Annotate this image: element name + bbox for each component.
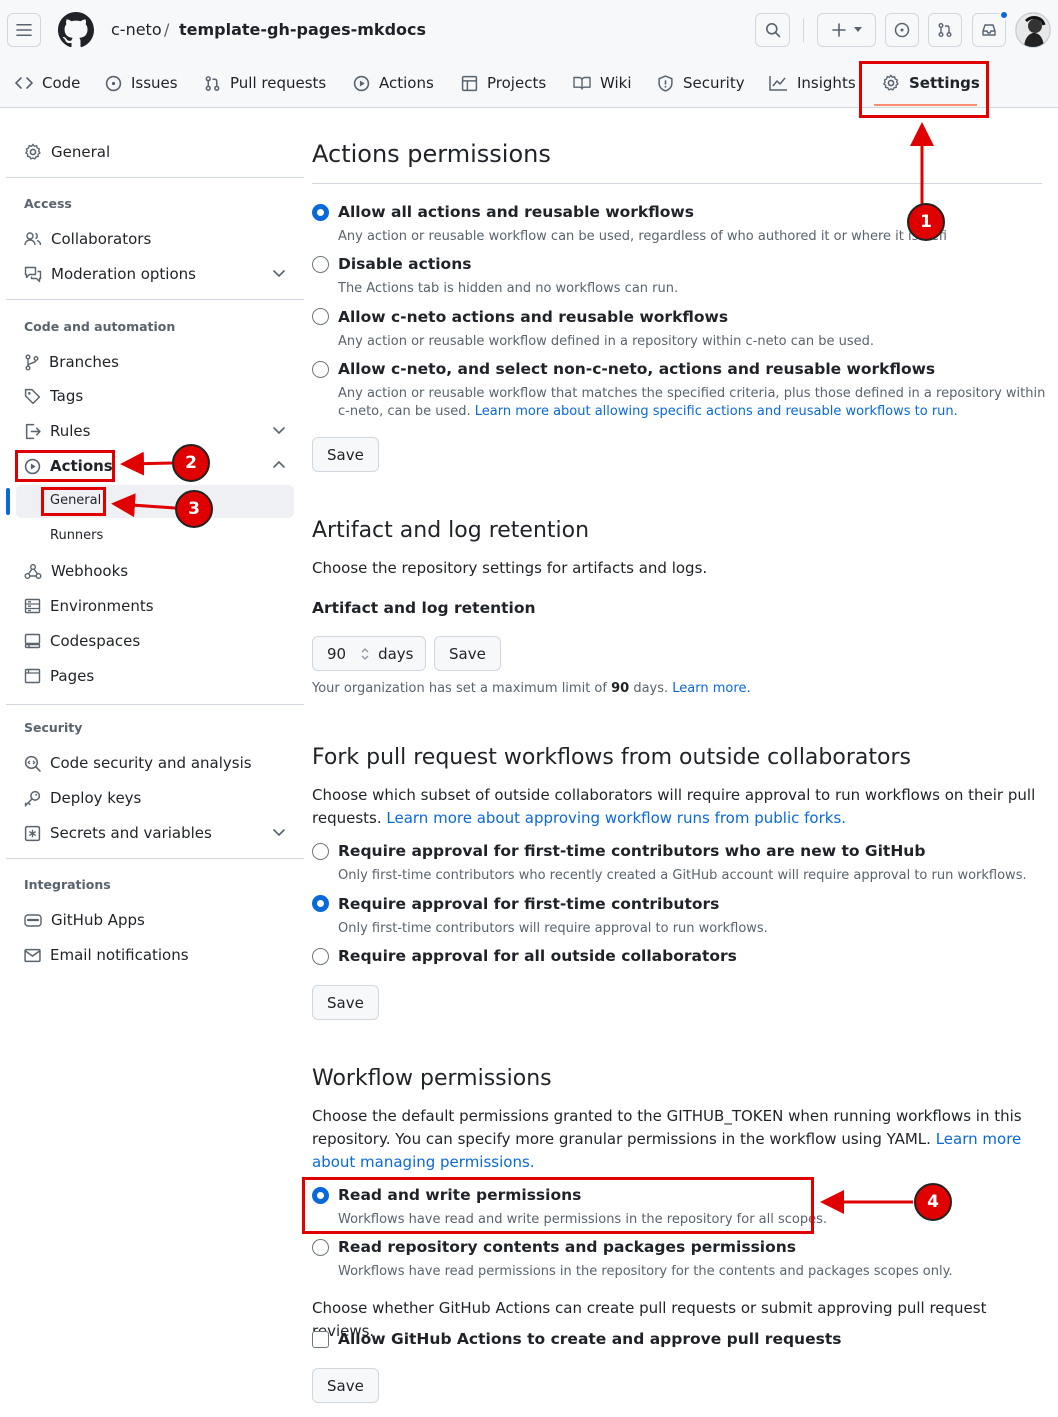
step-badge-4: 4 [914,1183,952,1221]
step-badge-3: 3 [175,490,213,528]
step-badge-1: 1 [907,203,945,241]
step-badge-2: 2 [172,444,210,482]
arrow-2 [120,451,173,476]
annotation-arrows [111,122,934,1214]
arrow-3 [111,493,176,518]
